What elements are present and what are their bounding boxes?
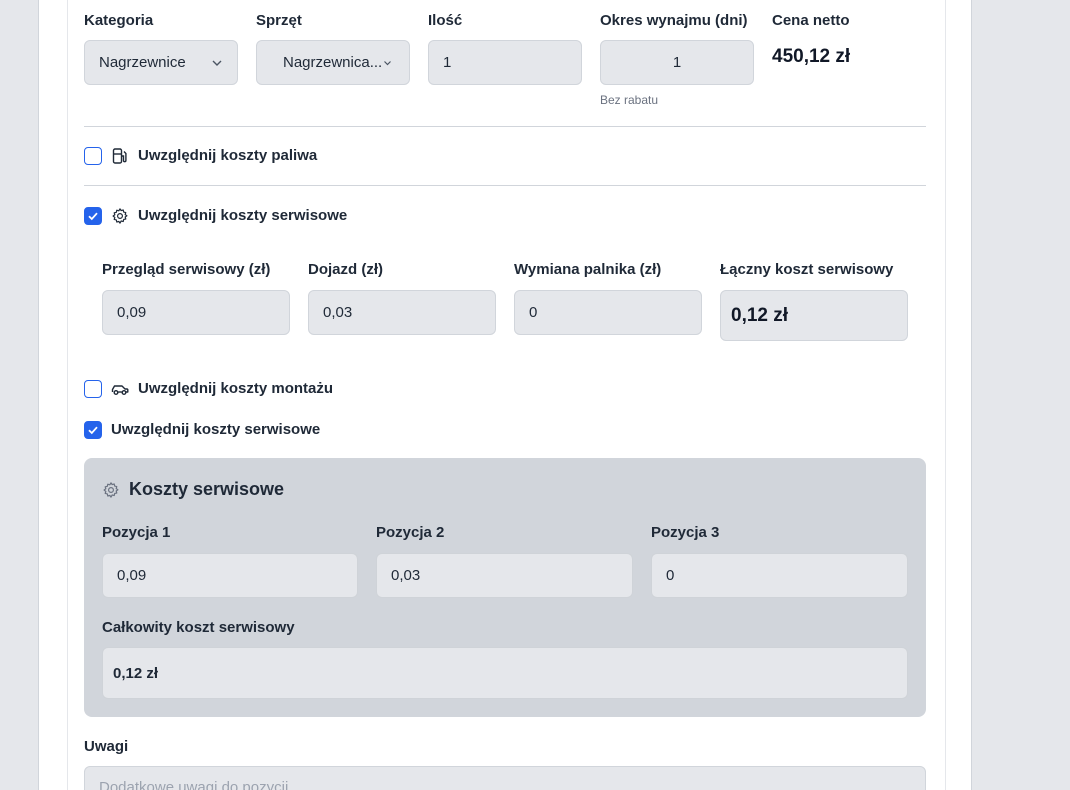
travel-value: 0,03 xyxy=(323,304,353,321)
fuel-checkbox[interactable] xyxy=(84,147,102,165)
burner-label: Wymiana palnika (zł) xyxy=(514,261,662,278)
burner-input[interactable]: 0 xyxy=(514,290,702,335)
equipment-select[interactable]: Nagrzewnica... xyxy=(256,40,410,85)
discount-hint: Bez rabatu xyxy=(600,93,659,107)
panel-title: Koszty serwisowe xyxy=(129,479,285,499)
check-icon xyxy=(88,212,98,221)
panel-total-label: Całkowity koszt serwisowy xyxy=(102,619,295,636)
position-3-value: 0 xyxy=(666,567,675,584)
gear-icon xyxy=(112,208,128,224)
inspection-input[interactable]: 0,09 xyxy=(102,290,290,335)
travel-input[interactable]: 0,03 xyxy=(308,290,496,335)
period-label: Okres wynajmu (dni) xyxy=(600,12,748,29)
panel-total-field: 0,12 zł xyxy=(102,647,908,699)
notes-placeholder: Dodatkowe uwagi do pozycji xyxy=(99,779,289,790)
equipment-value: Nagrzewnica... xyxy=(283,54,383,71)
chevron-down-icon xyxy=(212,60,222,66)
position-3-label: Pozycja 3 xyxy=(651,524,720,541)
burner-value: 0 xyxy=(529,304,538,321)
notes-textarea[interactable]: Dodatkowe uwagi do pozycji xyxy=(84,766,926,790)
net-price-label: Cena netto xyxy=(772,12,850,29)
divider xyxy=(84,185,926,186)
service-total-field: 0,12 zł xyxy=(720,290,908,341)
service-option-label[interactable]: Uwzględnij koszty serwisowe xyxy=(138,207,347,224)
period-value: 1 xyxy=(672,54,682,71)
category-value: Nagrzewnice xyxy=(99,54,186,71)
divider xyxy=(84,126,926,127)
quantity-label: Ilość xyxy=(428,12,463,29)
assembly-checkbox[interactable] xyxy=(84,380,102,398)
position-2-input[interactable]: 0,03 xyxy=(376,553,633,598)
quantity-input[interactable]: 1 xyxy=(428,40,582,85)
position-1-label: Pozycja 1 xyxy=(102,524,171,541)
period-input[interactable]: 1 xyxy=(600,40,754,85)
fuel-option-label[interactable]: Uwzględnij koszty paliwa xyxy=(138,147,317,164)
position-1-input[interactable]: 0,09 xyxy=(102,553,358,598)
service-total-label: Łączny koszt serwisowy xyxy=(720,261,894,278)
chevron-down-icon xyxy=(384,60,391,65)
notes-label: Uwagi xyxy=(84,738,129,755)
panel-total-value: 0,12 zł xyxy=(113,664,159,682)
category-label: Kategoria xyxy=(84,12,154,29)
gear-icon xyxy=(103,482,119,498)
inspection-value: 0,09 xyxy=(117,304,147,321)
service-checkbox-2[interactable] xyxy=(84,421,102,439)
quantity-value: 1 xyxy=(443,54,452,71)
position-3-input[interactable]: 0 xyxy=(651,553,908,598)
equipment-label: Sprzęt xyxy=(256,12,302,29)
position-2-label: Pozycja 2 xyxy=(376,524,445,541)
car-icon xyxy=(111,385,129,395)
position-2-value: 0,03 xyxy=(391,567,421,584)
inspection-label: Przegląd serwisowy (zł) xyxy=(102,261,271,278)
travel-label: Dojazd (zł) xyxy=(308,261,383,278)
assembly-option-label[interactable]: Uwzględnij koszty montażu xyxy=(138,380,333,397)
check-icon xyxy=(88,426,98,435)
service-total-value: 0,12 zł xyxy=(731,304,789,326)
service-checkbox[interactable] xyxy=(84,207,102,225)
fuel-pump-icon xyxy=(112,148,127,164)
service-option-label-2[interactable]: Uwzględnij koszty serwisowe xyxy=(111,421,320,438)
position-1-value: 0,09 xyxy=(117,567,147,584)
net-price-value: 450,12 zł xyxy=(772,46,851,67)
category-select[interactable]: Nagrzewnice xyxy=(84,40,238,85)
